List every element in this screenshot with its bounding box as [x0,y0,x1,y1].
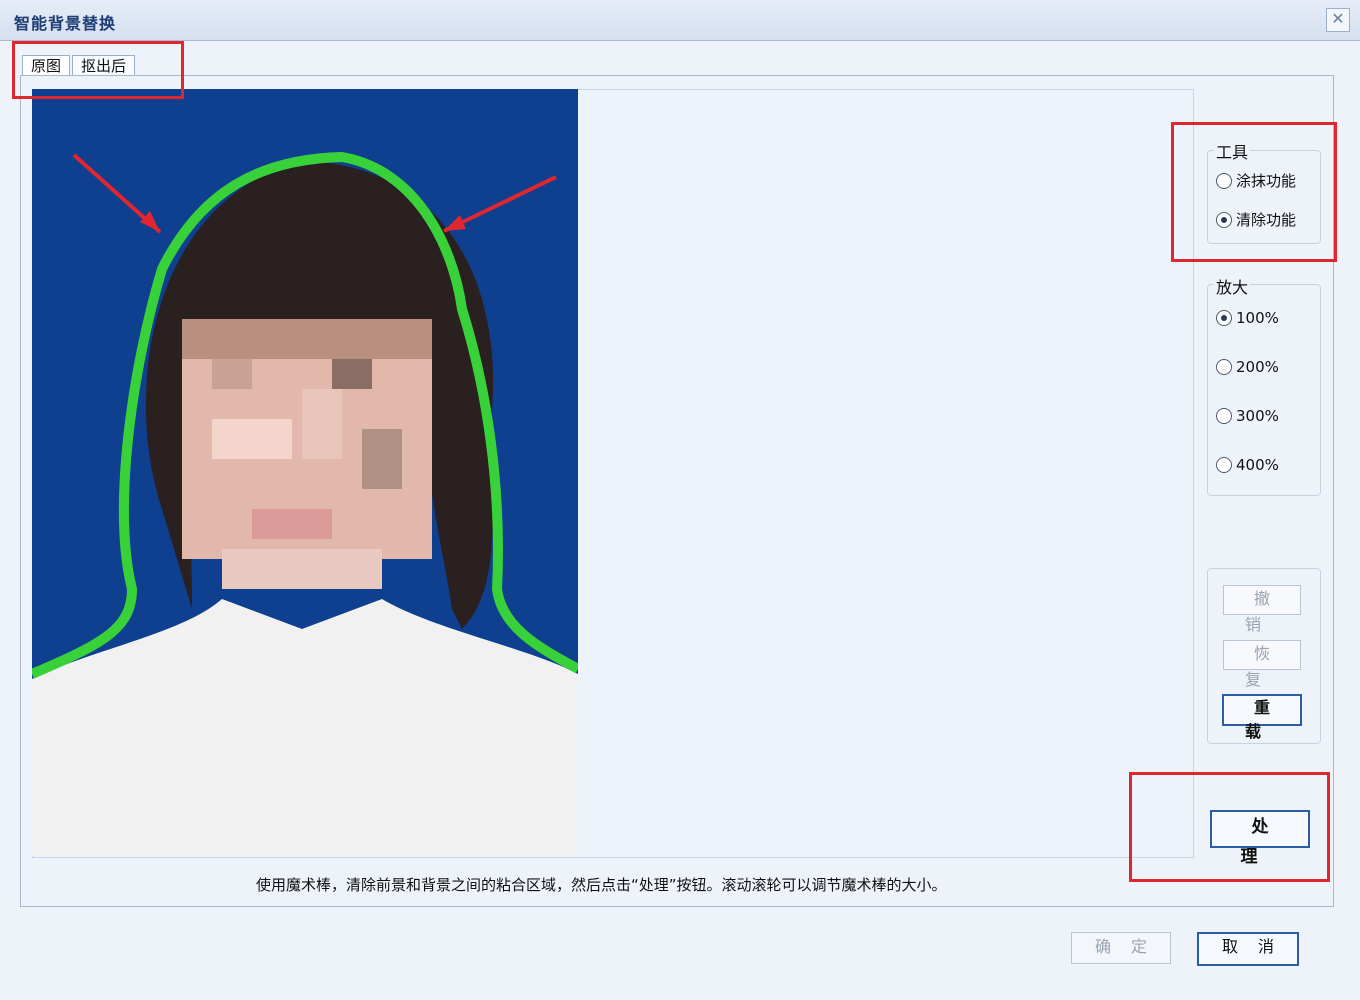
instruction-text: 使用魔术棒，清除前景和背景之间的粘合区域，然后点击“处理”按钮。滚动滚轮可以调节… [256,876,947,894]
radio-checked-icon [1216,211,1232,228]
radio-clear-label: 清除功能 [1236,211,1297,229]
radio-checked-icon [1216,310,1232,326]
reload-button[interactable]: 重载 [1222,694,1302,741]
radio-icon [1216,359,1232,375]
zoom-200-label: 200% [1236,358,1279,376]
zoom-100-label: 100% [1236,309,1279,327]
window-title: 智能背景替换 [14,14,117,33]
cancel-button[interactable]: 取消 [1197,932,1299,966]
radio-clear[interactable]: 清除功能 [1216,209,1296,230]
ok-button[interactable]: 确定 [1071,932,1171,964]
radio-zoom-300[interactable]: 300% [1216,407,1279,425]
pixelated-face [182,319,432,589]
title-bar: 智能背景替换 ✕ [0,0,1360,41]
undo-button[interactable]: 撤销 [1223,585,1301,634]
redo-button[interactable]: 恢复 [1223,640,1301,689]
radio-icon [1216,172,1232,189]
zoom-group-label: 放大 [1214,274,1251,298]
radio-zoom-200[interactable]: 200% [1216,358,1279,376]
tab-original[interactable]: 原图 [22,55,71,76]
zoom-300-label: 300% [1236,407,1279,425]
radio-icon [1216,408,1232,424]
tool-group-label: 工具 [1214,139,1251,163]
close-icon[interactable]: ✕ [1326,8,1350,32]
radio-smear-label: 涂抹功能 [1236,172,1297,190]
zoom-400-label: 400% [1236,456,1279,474]
portrait-photo[interactable] [32,89,578,856]
radio-smear[interactable]: 涂抹功能 [1216,170,1296,191]
radio-icon [1216,457,1232,473]
tab-cutout[interactable]: 抠出后 [72,55,136,76]
process-button[interactable]: 处理 [1210,810,1310,867]
radio-zoom-400[interactable]: 400% [1216,456,1279,474]
tab-bar: 原图 抠出后 [22,55,136,76]
radio-zoom-100[interactable]: 100% [1216,309,1279,327]
